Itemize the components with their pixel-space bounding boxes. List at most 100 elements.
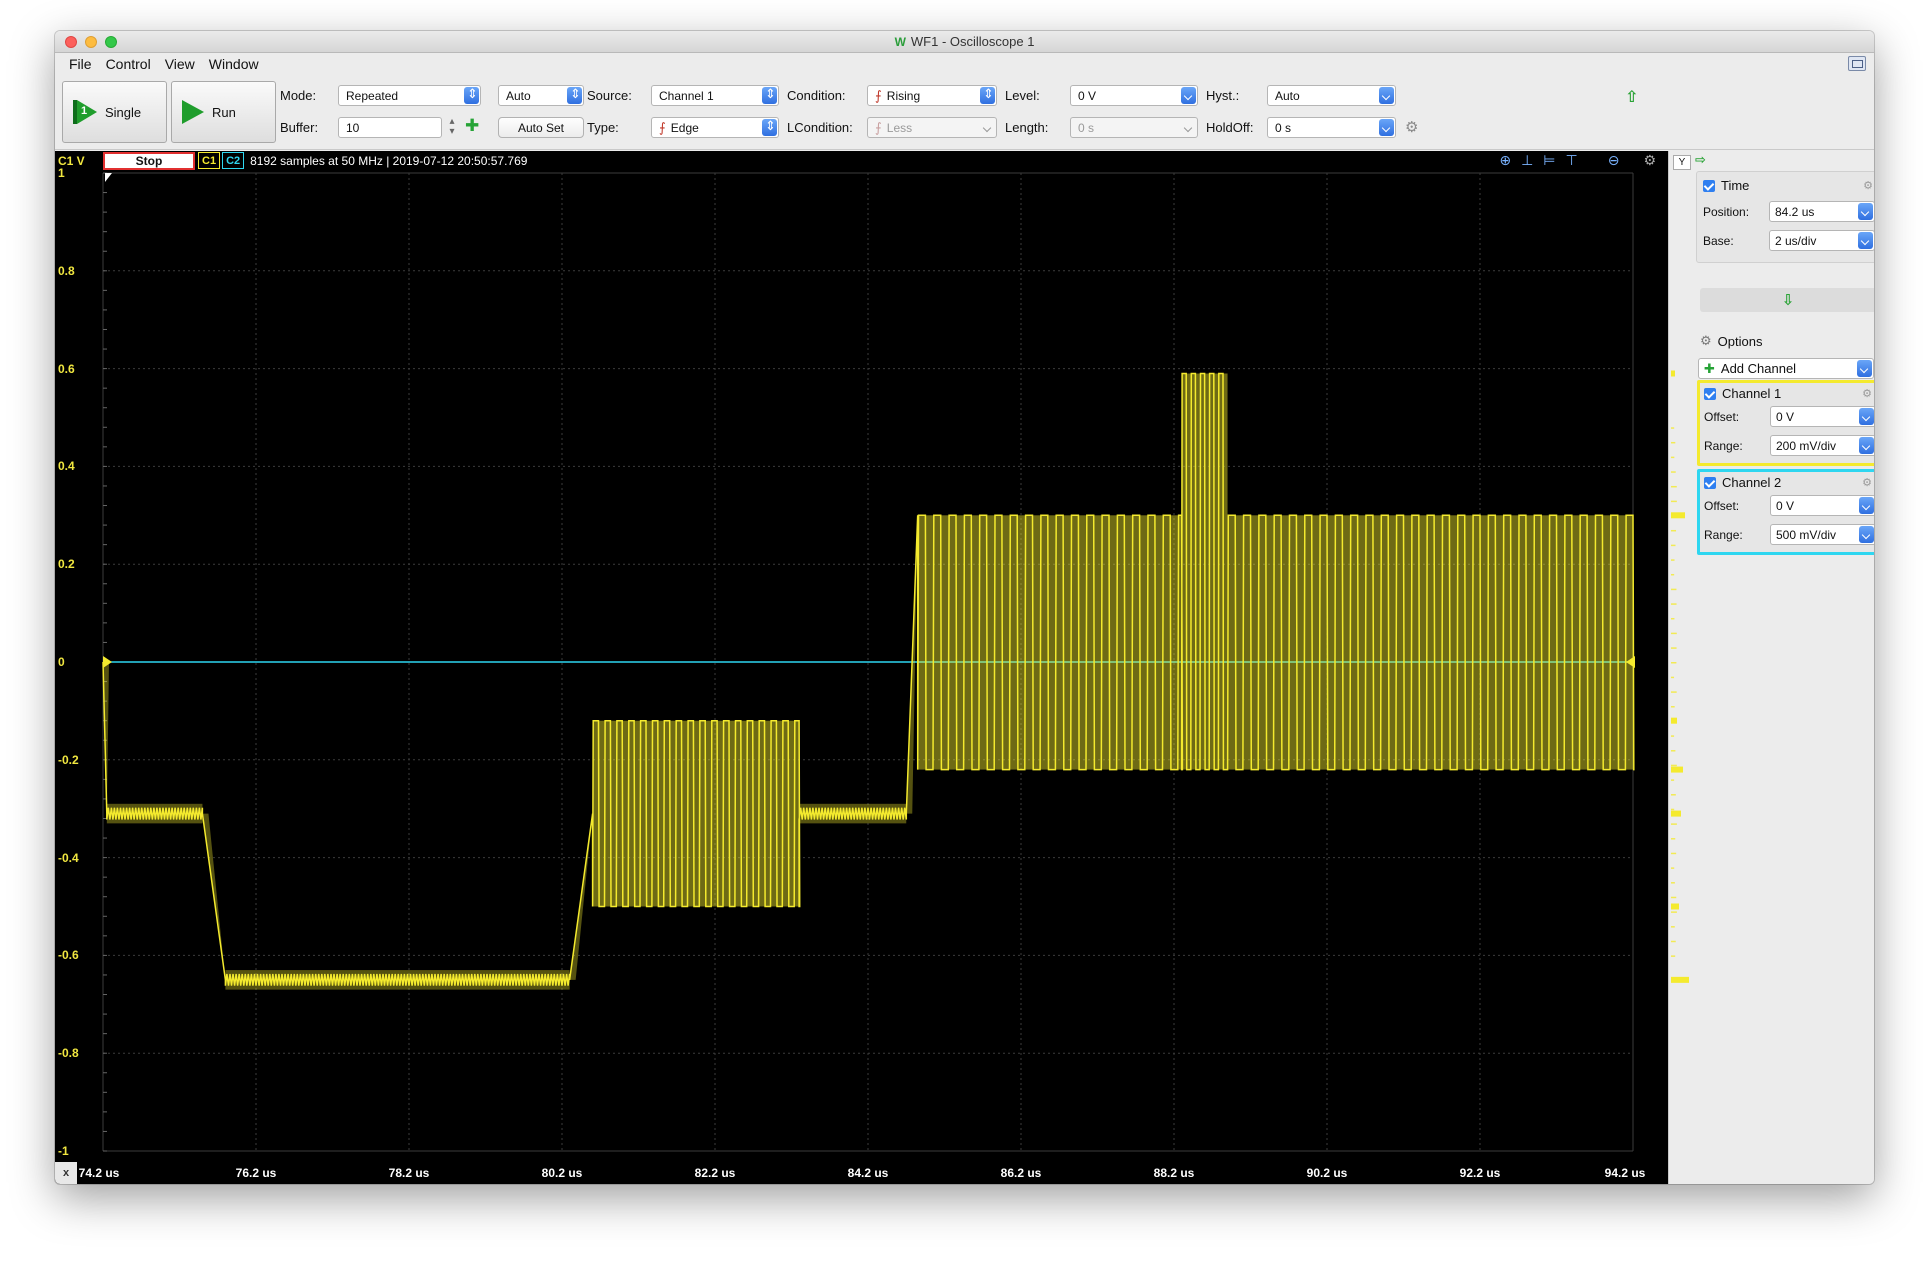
- menu-control[interactable]: Control: [106, 56, 151, 72]
- autoset-button[interactable]: Auto Set: [498, 117, 584, 138]
- buffer-stepper[interactable]: ▴ ▾: [447, 117, 457, 138]
- gear-icon[interactable]: ⚙: [1405, 118, 1418, 136]
- dock-toggle-button[interactable]: [1848, 56, 1866, 71]
- position-input[interactable]: 84.2 us: [1769, 201, 1874, 222]
- y-tick-label: -1: [58, 1144, 69, 1158]
- x-tick-label: 88.2 us: [1154, 1166, 1195, 1180]
- holdoff-input[interactable]: 0 s: [1267, 117, 1396, 138]
- chevron-down-icon: [1379, 87, 1394, 104]
- channel-2-offset-label: Offset:: [1704, 499, 1739, 513]
- zoom-window-button[interactable]: [105, 36, 117, 48]
- histogram-tick: [1671, 633, 1677, 635]
- gear-icon[interactable]: ⚙: [1862, 387, 1872, 400]
- length-value: 0 s: [1078, 121, 1094, 135]
- add-channel-label: Add Channel: [1721, 361, 1796, 376]
- add-icon: ✚: [1704, 361, 1715, 377]
- histogram-tick: [1671, 647, 1677, 649]
- base-value: 2 us/div: [1775, 234, 1816, 248]
- channel-2-range-label: Range:: [1704, 528, 1743, 542]
- run-button-label: Run: [212, 105, 236, 120]
- level-label: Level:: [1005, 88, 1040, 103]
- mode-value: Repeated: [346, 89, 398, 103]
- scope-plot[interactable]: C1 V Stop C1 C2 8192 samples at 50 MHz |…: [55, 151, 1668, 1184]
- x-tick-label: 80.2 us: [542, 1166, 583, 1180]
- auto-value: Auto: [506, 89, 531, 103]
- menu-window[interactable]: Window: [209, 56, 259, 72]
- mode-select[interactable]: Repeated: [338, 85, 481, 106]
- hyst-value: Auto: [1275, 89, 1300, 103]
- add-icon[interactable]: ✚: [465, 116, 479, 136]
- base-input[interactable]: 2 us/div: [1769, 230, 1874, 251]
- x-tick-label: 92.2 us: [1460, 1166, 1501, 1180]
- menu-file[interactable]: File: [69, 56, 92, 72]
- trigger-toolbar: 1 Single Run Mode: Repeated Auto Buffer:…: [55, 75, 1874, 150]
- stepper-icon: [464, 87, 479, 104]
- waveform-plot: [55, 151, 1668, 1162]
- chevron-down-icon: [980, 119, 995, 136]
- gear-icon: ⚙: [1700, 333, 1712, 349]
- buffer-value: 10: [346, 121, 359, 135]
- channel-2-range-input[interactable]: 500 mV/div: [1770, 524, 1874, 545]
- histogram-tick: [1671, 589, 1676, 591]
- expand-down-button[interactable]: ⇩: [1700, 288, 1874, 312]
- histogram-tick: [1671, 574, 1674, 576]
- histogram-tick: [1671, 809, 1674, 811]
- level-value: 0 V: [1078, 89, 1096, 103]
- x-tick-label: 74.2 us: [79, 1166, 120, 1180]
- position-value: 84.2 us: [1775, 205, 1814, 219]
- buffer-input[interactable]: 10: [338, 117, 442, 138]
- chevron-down-icon: [1379, 119, 1394, 136]
- channel-1-offset-input[interactable]: 0 V: [1770, 406, 1874, 427]
- gear-icon[interactable]: ⚙: [1863, 179, 1873, 192]
- menu-view[interactable]: View: [165, 56, 195, 72]
- channel-1-checkbox[interactable]: [1704, 388, 1716, 400]
- channel-1-panel: Channel 1 ⚙ Offset: 0 V Range: 200 mV/di…: [1697, 380, 1874, 466]
- options-row[interactable]: ⚙ Options: [1700, 333, 1762, 349]
- type-select[interactable]: ⨍ Edge: [651, 117, 779, 138]
- single-button[interactable]: 1 Single: [62, 81, 167, 143]
- x-axis-button[interactable]: x: [55, 1162, 77, 1184]
- histogram-bar: [1671, 977, 1689, 983]
- position-label: Position:: [1703, 205, 1749, 219]
- hyst-input[interactable]: Auto: [1267, 85, 1396, 106]
- dock-arrow-icon[interactable]: ⇨: [1695, 152, 1706, 168]
- hyst-label: Hyst.:: [1206, 88, 1239, 103]
- histogram-tick: [1671, 515, 1677, 517]
- x-tick-label: 86.2 us: [1001, 1166, 1042, 1180]
- condition-value: Rising: [887, 89, 920, 103]
- channel-1-offset-label: Offset:: [1704, 410, 1739, 424]
- histogram-tick: [1671, 530, 1676, 532]
- lcondition-select[interactable]: ⨍ Less: [867, 117, 997, 138]
- time-panel: Time ⚙ Position: 84.2 us Base: 2 us/div: [1696, 171, 1874, 263]
- y-tick-label: -0.4: [58, 851, 79, 865]
- channel-1-range-label: Range:: [1704, 439, 1743, 453]
- chevron-down-icon: [1858, 203, 1873, 220]
- channel-2-range-value: 500 mV/div: [1776, 528, 1836, 542]
- minimize-window-button[interactable]: [85, 36, 97, 48]
- length-input[interactable]: 0 s: [1070, 117, 1198, 138]
- auto-select[interactable]: Auto: [498, 85, 584, 106]
- x-tick-label: 84.2 us: [848, 1166, 889, 1180]
- time-checkbox[interactable]: [1703, 180, 1715, 192]
- channel-1-range-input[interactable]: 200 mV/div: [1770, 435, 1874, 456]
- holdoff-value: 0 s: [1275, 121, 1291, 135]
- single-button-label: Single: [105, 105, 141, 120]
- channel-2-checkbox[interactable]: [1704, 477, 1716, 489]
- x-tick-label: 76.2 us: [236, 1166, 277, 1180]
- chevron-down-icon: [1181, 119, 1196, 136]
- add-channel-select[interactable]: ✚ Add Channel: [1698, 358, 1874, 379]
- run-button[interactable]: Run: [171, 81, 276, 143]
- buffer-label: Buffer:: [280, 120, 318, 135]
- y-tick-label: 0.8: [58, 264, 75, 278]
- gear-icon[interactable]: ⚙: [1862, 476, 1872, 489]
- collapse-up-icon[interactable]: ⇧: [1625, 87, 1638, 107]
- histogram-tick: [1671, 735, 1674, 737]
- condition-select[interactable]: ⨍ Rising: [867, 85, 997, 106]
- histogram-bar: [1671, 767, 1683, 773]
- close-window-button[interactable]: [65, 36, 77, 48]
- source-select[interactable]: Channel 1: [651, 85, 779, 106]
- options-label: Options: [1718, 334, 1763, 349]
- channel-2-offset-input[interactable]: 0 V: [1770, 495, 1874, 516]
- stepper-icon: [980, 87, 995, 104]
- level-input[interactable]: 0 V: [1070, 85, 1198, 106]
